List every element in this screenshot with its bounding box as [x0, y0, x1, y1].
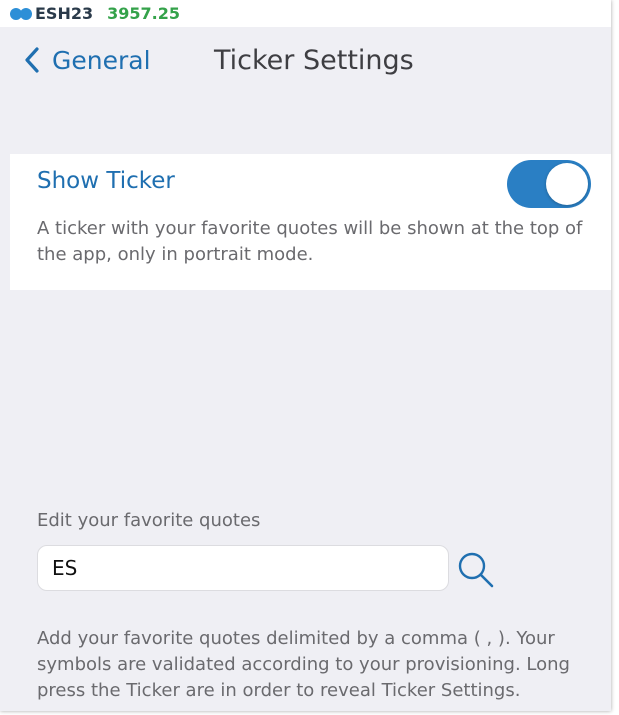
ticker-bar[interactable]: ESH23 3957.25	[0, 0, 611, 27]
back-label: General	[52, 45, 151, 75]
favorite-quotes-help: Add your favorite quotes delimited by a …	[37, 628, 570, 701]
show-ticker-description: A ticker with your favorite quotes will …	[37, 218, 583, 265]
chevron-left-icon	[25, 47, 39, 73]
ticker-price: 3957.25	[107, 4, 180, 23]
favorite-quotes-label: Edit your favorite quotes	[37, 510, 261, 531]
back-button[interactable]: General	[24, 40, 151, 80]
favorite-quotes-input[interactable]	[37, 545, 449, 591]
ticker-indicator-dot	[20, 7, 32, 20]
show-ticker-section: Show Ticker A ticker with your favorite …	[10, 154, 611, 290]
page-title: Ticker Settings	[214, 44, 414, 76]
search-icon[interactable]	[456, 550, 496, 590]
show-ticker-toggle[interactable]	[507, 160, 591, 208]
toggle-knob	[546, 163, 588, 205]
app-frame: ESH23 3957.25 General Ticker Settings Sh…	[0, 0, 611, 711]
ticker-symbol: ESH23	[35, 4, 94, 23]
show-ticker-label: Show Ticker	[37, 168, 175, 194]
